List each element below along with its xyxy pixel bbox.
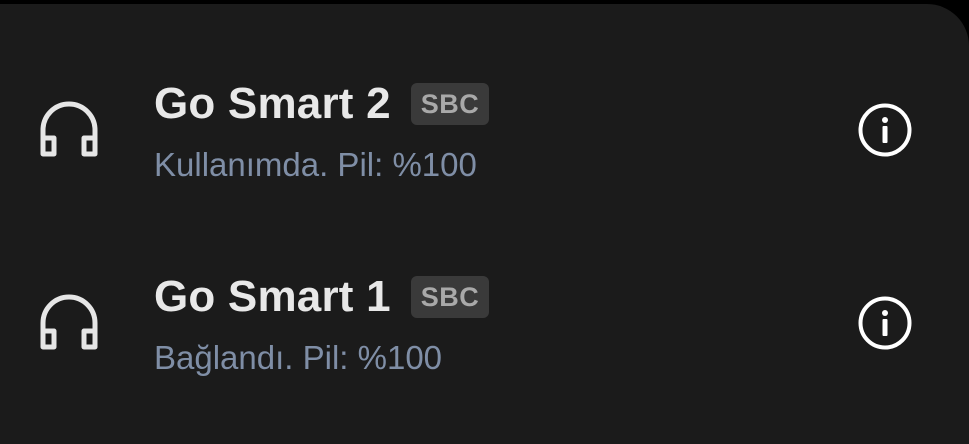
bluetooth-device-list: Go Smart 2 SBC Kullanımda. Pil: %100 Go … [0,4,969,444]
device-name: Go Smart 2 [154,79,391,128]
headphones-icon [40,294,98,350]
info-icon[interactable] [856,101,914,159]
device-status: Kullanımda. Pil: %100 [154,146,477,183]
headphones-icon [40,101,98,157]
device-row-go-smart-2[interactable]: Go Smart 2 SBC Kullanımda. Pil: %100 [0,32,969,224]
device-status: Bağlandı. Pil: %100 [154,339,443,376]
device-name: Go Smart 1 [154,272,391,321]
info-icon[interactable] [856,294,914,352]
codec-badge: SBC [410,83,490,125]
device-name-line: Go Smart 2 SBC [154,74,490,134]
codec-badge: SBC [410,276,490,318]
device-row-go-smart-1[interactable]: Go Smart 1 SBC Bağlandı. Pil: %100 [0,225,969,417]
device-name-line: Go Smart 1 SBC [154,267,490,327]
